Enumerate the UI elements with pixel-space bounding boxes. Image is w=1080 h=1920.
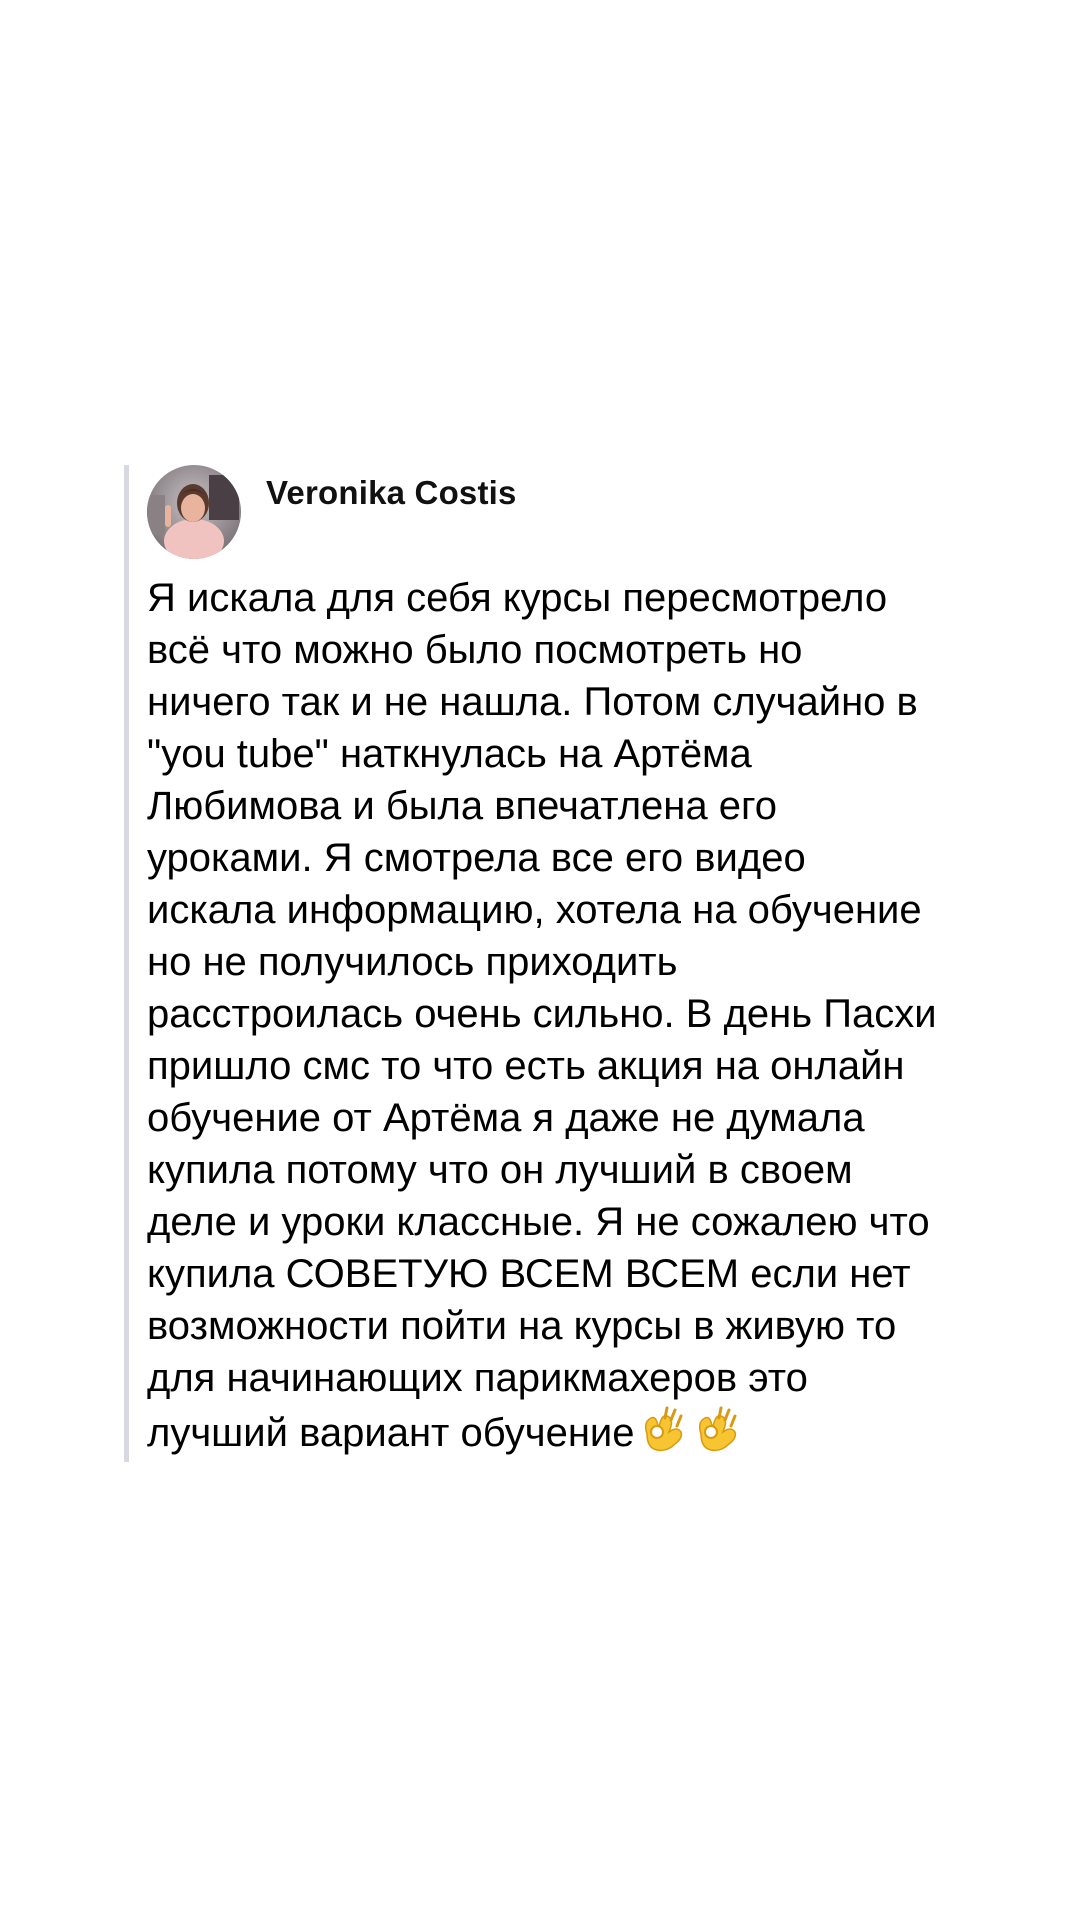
review-text-line: возможности пойти на курсы в живую то: [147, 1304, 897, 1348]
review-text-line: для начинающих парикмахеров это: [147, 1356, 808, 1400]
review-text-line: пришло смс то что есть акция на онлайн: [147, 1044, 905, 1088]
review-text-line: деле и уроки классные. Я не сожалею что: [147, 1200, 930, 1244]
avatar-photo-icon: [147, 465, 241, 559]
review-text-line: ничего так и не нашла. Потом случайно в: [147, 680, 918, 724]
review-text-line: всё что можно было посмотреть но: [147, 628, 803, 672]
review-text-line: купила СОВЕТУЮ ВСЕМ ВСЕМ если нет: [147, 1252, 911, 1296]
author-header: Veronika Costis: [147, 465, 517, 560]
review-text-line: купила потому что он лучший в своем: [147, 1148, 853, 1192]
review-card: Veronika Costis Я искала для себя курсы …: [124, 465, 984, 1462]
emoji-group: [637, 1404, 745, 1467]
review-text-line: расстроилась очень сильно. В день Пасхи: [147, 992, 937, 1036]
review-text-line: Я искала для себя курсы пересмотрело: [147, 576, 888, 620]
author-name[interactable]: Veronika Costis: [266, 474, 517, 512]
ok-hand-icon: [691, 1404, 739, 1454]
review-text: Я искала для себя курсы пересмотрело всё …: [147, 572, 987, 1467]
review-text-line: уроками. Я смотрела все его видео: [147, 836, 806, 880]
avatar[interactable]: [147, 465, 241, 559]
review-text-line: лучший вариант обучение: [147, 1404, 987, 1467]
ok-hand-icon: [637, 1404, 685, 1454]
review-text-line: искала информацию, хотела на обучение: [147, 888, 922, 932]
review-text-line: обучение от Артёма я даже не думала: [147, 1096, 865, 1140]
review-text-line: но не получилось приходить: [147, 940, 678, 984]
review-text-line: Любимова и была впечатлена его: [147, 784, 777, 828]
review-text-line: "you tube" наткнулась на Артёма: [147, 732, 752, 776]
